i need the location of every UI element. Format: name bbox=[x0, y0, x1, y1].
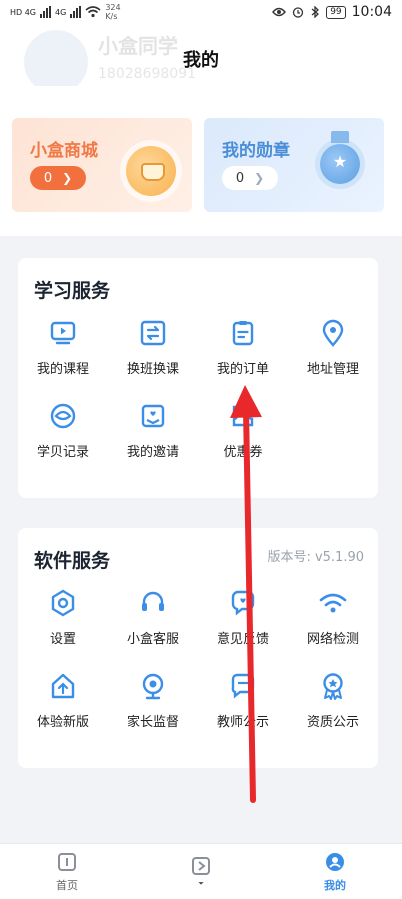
menu-item-shell-records[interactable]: 学贝记录 bbox=[18, 401, 108, 460]
play-screen-icon bbox=[50, 321, 76, 345]
alarm-icon bbox=[293, 7, 304, 18]
award-icon bbox=[323, 673, 343, 700]
eye-icon bbox=[272, 7, 287, 17]
menu-item-my-orders[interactable]: 我的订单 bbox=[198, 318, 288, 377]
book-icon bbox=[58, 852, 76, 871]
menu-item-label: 意见反馈 bbox=[216, 632, 269, 647]
nav-center[interactable] bbox=[134, 844, 268, 899]
menu-item-label: 我的邀请 bbox=[126, 445, 179, 460]
medal-count-pill[interactable]: 0 ❯ bbox=[222, 166, 278, 190]
menu-item-change-class[interactable]: 换班换课 bbox=[108, 318, 198, 377]
medal-card[interactable]: 我的勋章 0 ❯ ★ bbox=[204, 118, 384, 212]
net-speed: 324 K/s bbox=[105, 3, 121, 21]
chevron-right-icon: ❯ bbox=[62, 171, 73, 185]
profile-icon bbox=[326, 852, 344, 871]
battery-icon: 99 bbox=[326, 5, 346, 19]
study-services-title: 学习服务 bbox=[34, 280, 111, 302]
menu-item-label: 教师公示 bbox=[216, 715, 269, 730]
menu-item-parent-supervision[interactable]: 家长监督 bbox=[108, 671, 198, 730]
nav-mine[interactable]: 我的 bbox=[268, 844, 402, 899]
menu-item-label: 设置 bbox=[49, 632, 76, 647]
software-services-grid: 设置 小盒客服 意见反馈 网络检测 体验新版 家长监督 教师公示 资质公示 bbox=[18, 588, 378, 730]
chevron-down-icon bbox=[198, 881, 204, 885]
webcam-icon bbox=[142, 673, 164, 700]
shop-card-title: 小盒商城 bbox=[30, 141, 98, 161]
menu-item-label: 我的订单 bbox=[216, 362, 269, 377]
signal-icon bbox=[40, 6, 52, 18]
menu-item-label: 我的课程 bbox=[36, 362, 89, 377]
menu-item-label: 资质公示 bbox=[306, 715, 359, 730]
feedback-icon bbox=[231, 590, 255, 616]
menu-item-label: 小盒客服 bbox=[126, 632, 179, 647]
menu-item-label: 学贝记录 bbox=[36, 445, 89, 460]
menu-item-label: 地址管理 bbox=[306, 362, 359, 377]
software-services-title: 软件服务 bbox=[34, 550, 111, 572]
nav-home-label: 首页 bbox=[56, 878, 78, 892]
shell-coin-icon bbox=[50, 403, 76, 429]
coin-icon bbox=[126, 146, 176, 196]
swap-icon bbox=[140, 320, 166, 346]
location-pin-icon bbox=[322, 319, 344, 347]
chevron-right-icon: ❯ bbox=[254, 171, 265, 185]
menu-item-qualification[interactable]: 资质公示 bbox=[288, 671, 378, 730]
shop-card[interactable]: 小盒商城 0 ❯ bbox=[12, 118, 192, 212]
menu-item-feedback[interactable]: 意见反馈 bbox=[198, 588, 288, 647]
bluetooth-icon bbox=[311, 6, 320, 18]
wifi-status-icon bbox=[85, 6, 101, 18]
menu-item-address[interactable]: 地址管理 bbox=[288, 318, 378, 377]
upgrade-house-icon bbox=[51, 673, 75, 699]
network-indicator: HD 4G bbox=[10, 7, 37, 17]
menu-item-label: 家长监督 bbox=[126, 715, 179, 730]
medal-card-title: 我的勋章 bbox=[222, 141, 290, 161]
menu-item-label: 优惠券 bbox=[223, 445, 263, 460]
status-left: HD 4G 4G 324 K/s bbox=[10, 3, 121, 21]
clipboard-icon bbox=[232, 321, 254, 346]
menu-item-settings[interactable]: 设置 bbox=[18, 588, 108, 647]
chat-bubble-icon bbox=[231, 673, 255, 699]
invitation-icon bbox=[141, 404, 165, 428]
menu-item-teacher-notice[interactable]: 教师公示 bbox=[198, 671, 288, 730]
menu-item-try-new-version[interactable]: 体验新版 bbox=[18, 671, 108, 730]
bottom-nav: 首页 我的 bbox=[0, 843, 402, 899]
menu-item-label: 体验新版 bbox=[36, 715, 89, 730]
version-label: 版本号: v5.1.90 bbox=[267, 550, 364, 565]
status-right: 99 10:04 bbox=[272, 4, 392, 20]
menu-item-invitations[interactable]: 我的邀请 bbox=[108, 401, 198, 460]
medal-count: 0 bbox=[235, 170, 245, 186]
signal-icon-2 bbox=[70, 6, 82, 18]
menu-item-label: 换班换课 bbox=[126, 362, 179, 377]
menu-item-my-courses[interactable]: 我的课程 bbox=[18, 318, 108, 377]
shop-count: 0 bbox=[43, 170, 53, 186]
clock: 10:04 bbox=[351, 4, 392, 20]
nav-home[interactable]: 首页 bbox=[0, 844, 134, 899]
study-services-grid: 我的课程 换班换课 我的订单 地址管理 学贝记录 我的邀请 优惠券 bbox=[18, 318, 378, 460]
wifi-icon bbox=[319, 593, 347, 613]
software-services-section: 软件服务 版本号: v5.1.90 设置 小盒客服 意见反馈 网络检测 体验新版… bbox=[18, 528, 378, 768]
status-bar: HD 4G 4G 324 K/s 99 10:04 bbox=[0, 0, 402, 24]
menu-item-network-check[interactable]: 网络检测 bbox=[288, 588, 378, 647]
study-services-section: 学习服务 我的课程 换班换课 我的订单 地址管理 学贝记录 我的邀请 优惠券 bbox=[18, 258, 378, 498]
play-box-icon bbox=[192, 856, 210, 875]
menu-item-coupons[interactable]: 优惠券 bbox=[198, 401, 288, 460]
network-indicator-2: 4G bbox=[55, 7, 67, 17]
nav-mine-label: 我的 bbox=[324, 878, 346, 892]
medal-icon: ★ bbox=[320, 131, 360, 184]
menu-item-label: 网络检测 bbox=[306, 632, 359, 647]
page-title: 我的 bbox=[183, 50, 219, 71]
coupon-icon bbox=[232, 405, 254, 427]
menu-item-customer-service[interactable]: 小盒客服 bbox=[108, 588, 198, 647]
hexagon-gear-icon bbox=[51, 589, 75, 617]
shop-count-pill[interactable]: 0 ❯ bbox=[30, 166, 86, 190]
headset-icon bbox=[142, 591, 164, 611]
